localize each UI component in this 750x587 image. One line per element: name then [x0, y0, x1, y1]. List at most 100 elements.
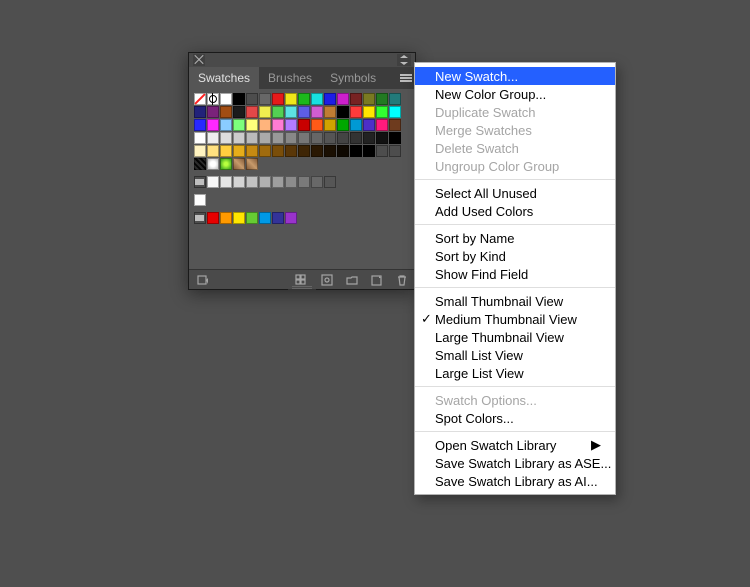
resize-grip-icon[interactable] — [288, 285, 316, 290]
swatch[interactable] — [259, 119, 271, 131]
swatch[interactable] — [337, 145, 349, 157]
swatch[interactable] — [324, 145, 336, 157]
swatch[interactable] — [285, 145, 297, 157]
menu-item[interactable]: Add Used Colors — [415, 202, 615, 220]
swatch[interactable] — [298, 106, 310, 118]
swatch[interactable] — [233, 145, 245, 157]
swatch[interactable] — [233, 106, 245, 118]
swatch[interactable] — [259, 212, 271, 224]
swatch[interactable] — [207, 145, 219, 157]
swatch[interactable] — [350, 132, 362, 144]
swatch[interactable] — [311, 119, 323, 131]
swatch[interactable] — [350, 106, 362, 118]
tab-symbols[interactable]: Symbols — [321, 67, 385, 89]
swatch[interactable] — [389, 145, 401, 157]
swatch[interactable] — [233, 132, 245, 144]
panel-options-icon[interactable] — [397, 67, 415, 89]
menu-item[interactable]: Sort by Name — [415, 229, 615, 247]
swatch[interactable] — [246, 145, 258, 157]
swatch[interactable] — [285, 212, 297, 224]
swatch[interactable] — [350, 145, 362, 157]
menu-item[interactable]: Save Swatch Library as ASE... — [415, 454, 615, 472]
swatch[interactable] — [246, 93, 258, 105]
swatch[interactable] — [298, 93, 310, 105]
swatch[interactable] — [324, 119, 336, 131]
swatch[interactable] — [324, 132, 336, 144]
new-swatch-icon[interactable] — [369, 272, 384, 287]
menu-item[interactable]: Open Swatch Library▶ — [415, 436, 615, 454]
swatch[interactable] — [376, 106, 388, 118]
swatch[interactable] — [285, 176, 297, 188]
swatch[interactable] — [220, 158, 232, 170]
swatch[interactable] — [233, 158, 245, 170]
swatch[interactable] — [337, 93, 349, 105]
swatch[interactable] — [272, 106, 284, 118]
swatch[interactable] — [259, 93, 271, 105]
swatch[interactable] — [363, 106, 375, 118]
swatch[interactable] — [363, 119, 375, 131]
swatch[interactable] — [272, 212, 284, 224]
swatch[interactable] — [194, 132, 206, 144]
swatch[interactable] — [220, 145, 232, 157]
swatch[interactable] — [194, 158, 206, 170]
swatch[interactable] — [337, 106, 349, 118]
swatch[interactable] — [298, 119, 310, 131]
swatch[interactable] — [246, 119, 258, 131]
swatch[interactable] — [220, 119, 232, 131]
swatch[interactable] — [259, 176, 271, 188]
swatch[interactable] — [285, 106, 297, 118]
trash-icon[interactable] — [394, 272, 409, 287]
swatch[interactable] — [233, 93, 245, 105]
swatch[interactable] — [207, 176, 219, 188]
menu-item[interactable]: Sort by Kind — [415, 247, 615, 265]
swatch[interactable] — [207, 106, 219, 118]
swatch[interactable] — [233, 176, 245, 188]
swatch[interactable] — [389, 119, 401, 131]
swatch[interactable] — [311, 176, 323, 188]
swatch[interactable] — [285, 119, 297, 131]
swatch[interactable] — [194, 145, 206, 157]
swatch[interactable] — [298, 132, 310, 144]
swatch[interactable] — [311, 106, 323, 118]
menu-item[interactable]: Select All Unused — [415, 184, 615, 202]
swatch[interactable] — [389, 93, 401, 105]
swatch[interactable] — [389, 132, 401, 144]
swatch[interactable] — [272, 176, 284, 188]
swatch[interactable] — [207, 212, 219, 224]
menu-item[interactable]: Large Thumbnail View — [415, 328, 615, 346]
swatch[interactable] — [246, 106, 258, 118]
tab-swatches[interactable]: Swatches — [189, 67, 259, 89]
swatch[interactable] — [272, 145, 284, 157]
menu-item[interactable]: Show Find Field — [415, 265, 615, 283]
swatch[interactable] — [298, 176, 310, 188]
menu-item[interactable]: New Color Group... — [415, 85, 615, 103]
swatch[interactable] — [233, 119, 245, 131]
menu-item[interactable]: Large List View — [415, 364, 615, 382]
swatch[interactable] — [220, 212, 232, 224]
swatch[interactable] — [376, 145, 388, 157]
library-menu-icon[interactable] — [195, 272, 210, 287]
swatch[interactable] — [194, 119, 206, 131]
swatch[interactable] — [350, 93, 362, 105]
swatch[interactable] — [285, 93, 297, 105]
swatch[interactable] — [246, 132, 258, 144]
swatch[interactable] — [233, 212, 245, 224]
menu-item[interactable]: Small Thumbnail View — [415, 292, 615, 310]
close-icon[interactable] — [193, 54, 205, 66]
swatch[interactable] — [324, 176, 336, 188]
swatch[interactable] — [207, 158, 219, 170]
menu-item[interactable]: New Swatch... — [415, 67, 615, 85]
tab-brushes[interactable]: Brushes — [259, 67, 321, 89]
menu-item[interactable]: Save Swatch Library as AI... — [415, 472, 615, 490]
swatch[interactable] — [285, 132, 297, 144]
menu-item[interactable]: Spot Colors... — [415, 409, 615, 427]
swatch[interactable] — [376, 132, 388, 144]
swatch[interactable] — [272, 119, 284, 131]
color-group-folder-icon[interactable] — [194, 176, 206, 188]
swatch[interactable] — [363, 145, 375, 157]
swatch[interactable] — [272, 93, 284, 105]
swatch[interactable] — [207, 132, 219, 144]
swatch[interactable] — [220, 132, 232, 144]
swatch[interactable] — [350, 119, 362, 131]
swatch[interactable] — [207, 119, 219, 131]
